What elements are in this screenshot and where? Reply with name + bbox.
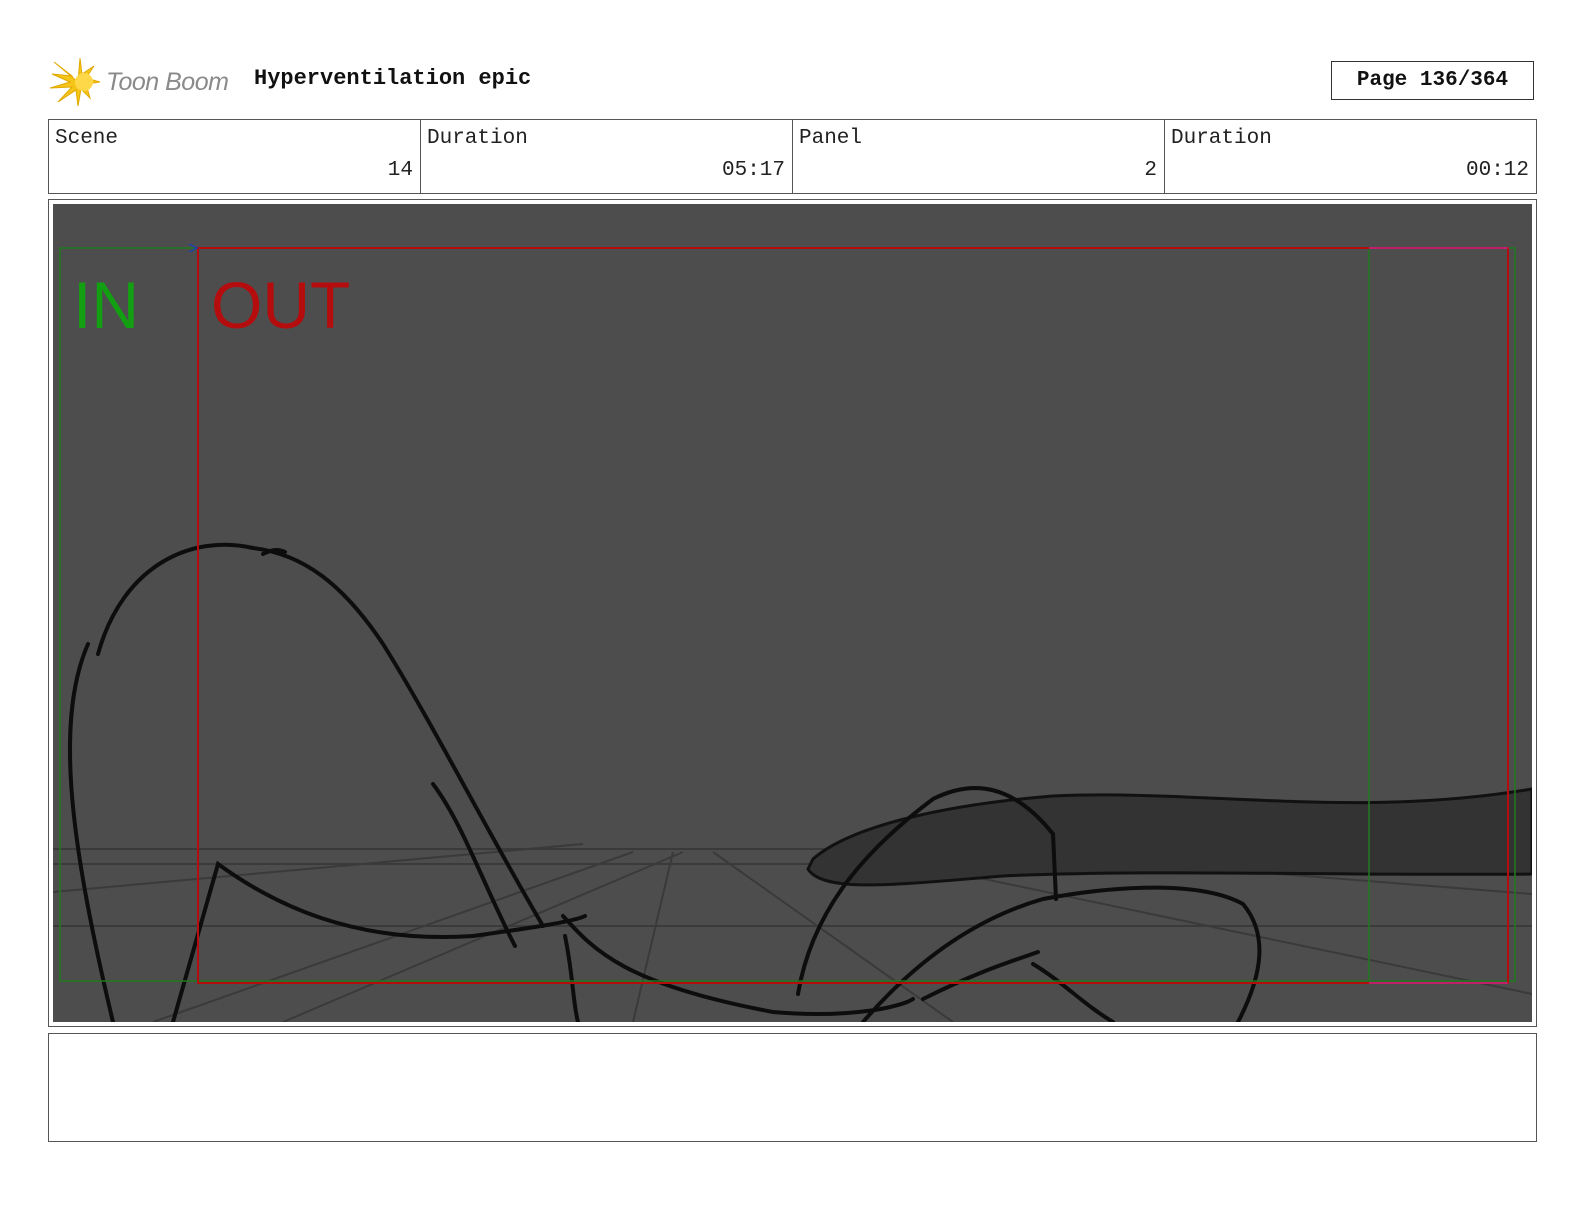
scene-duration-cell: Duration 05:17 — [421, 120, 793, 193]
storyboard-panel-image: IN OUT — [53, 204, 1532, 1022]
storyboard-panel-frame: IN OUT — [48, 199, 1537, 1027]
character-lines — [67, 542, 1262, 1022]
panel-duration-cell: Duration 00:12 — [1165, 120, 1536, 193]
toon-boom-logo: Toon Boom — [49, 56, 240, 108]
page-number: Page 136/364 — [1331, 61, 1534, 100]
panel-value: 2 — [1144, 159, 1157, 182]
scene-duration-label: Duration — [427, 127, 528, 150]
panel-duration-label: Duration — [1171, 127, 1272, 150]
out-marker-label: OUT — [211, 268, 351, 342]
scene-duration-value: 05:17 — [721, 159, 785, 182]
panel-duration-value: 00:12 — [1465, 159, 1529, 182]
starburst-icon — [49, 57, 101, 107]
in-marker-label: IN — [73, 268, 139, 342]
scene-cell: Scene 14 — [49, 120, 421, 193]
scene-value: 14 — [387, 159, 413, 182]
scene-label: Scene — [55, 127, 119, 150]
panel-notes-box[interactable] — [48, 1033, 1537, 1142]
document-title: Hyperventilation epic — [254, 66, 532, 91]
scene-info-table: Scene 14 Duration 05:17 Panel 2 Duration… — [48, 119, 1537, 194]
dark-shape — [806, 787, 1532, 887]
page-header: Toon Boom Hyperventilation epic Page 136… — [48, 52, 1536, 108]
panel-cell: Panel 2 — [793, 120, 1165, 193]
logo-text: Toon Boom — [106, 68, 229, 96]
panel-label: Panel — [799, 127, 863, 150]
